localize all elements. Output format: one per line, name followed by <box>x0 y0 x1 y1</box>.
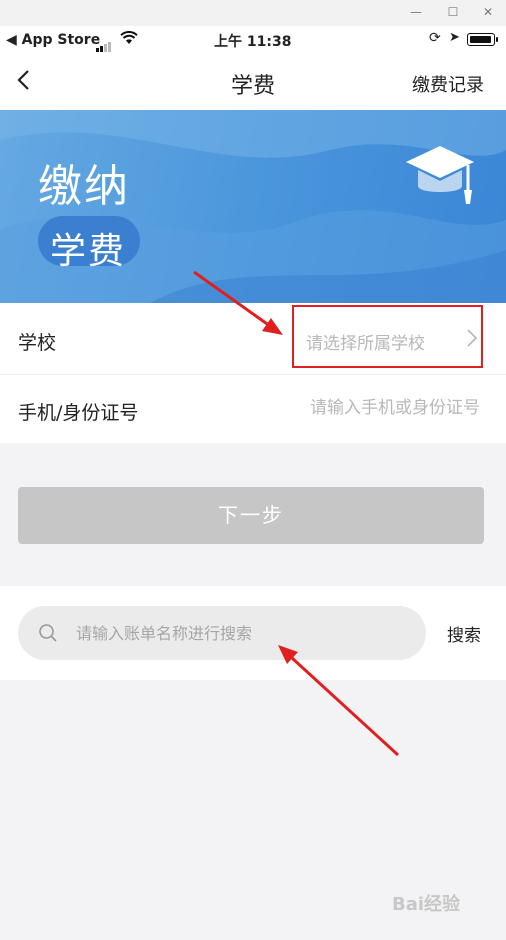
minimize-icon[interactable]: — <box>406 3 426 21</box>
phone-id-row: 手机/身份证号 <box>0 375 506 443</box>
school-label: 学校 <box>18 332 57 354</box>
watermark: Bai经验 <box>392 894 461 915</box>
battery-icon <box>467 33 498 46</box>
chevron-right-icon <box>466 327 478 354</box>
phone-id-input[interactable] <box>230 398 480 418</box>
nav-bar: 学费 缴费记录 <box>0 54 506 110</box>
search-input[interactable] <box>76 621 406 645</box>
back-to-app-store[interactable]: ◀ App Store <box>6 32 100 48</box>
search-box[interactable] <box>18 606 426 660</box>
close-icon[interactable]: ✕ <box>478 3 498 21</box>
school-row[interactable]: 学校 请选择所属学校 <box>0 303 506 375</box>
location-icon: ➤ <box>449 30 460 45</box>
search-button[interactable]: 搜索 <box>447 621 481 646</box>
window-titlebar: — ☐ ✕ <box>0 0 506 26</box>
banner-subtitle-pill: 学费 <box>38 216 141 272</box>
school-select[interactable]: 请选择所属学校 <box>292 305 483 368</box>
cell-signal-icon <box>96 36 112 52</box>
search-section: 搜索 <box>0 586 506 680</box>
banner: 缴纳 学费 <box>0 110 506 303</box>
graduation-cap-icon <box>404 140 476 216</box>
search-icon <box>38 623 58 647</box>
payment-records-link[interactable]: 缴费记录 <box>412 71 484 97</box>
maximize-icon[interactable]: ☐ <box>443 3 463 21</box>
wifi-icon <box>120 31 138 49</box>
clock: 上午 11:38 <box>214 34 292 50</box>
school-placeholder: 请选择所属学校 <box>306 334 425 354</box>
phone-id-label: 手机/身份证号 <box>18 402 139 424</box>
next-step-button[interactable]: 下一步 <box>18 487 484 544</box>
status-bar: ◀ App Store 上午 11:38 ⟳ ➤ <box>0 26 506 54</box>
banner-title: 缴纳 <box>38 161 130 212</box>
banner-subtitle: 学费 <box>50 231 127 272</box>
rotation-lock-icon: ⟳ <box>429 30 441 46</box>
